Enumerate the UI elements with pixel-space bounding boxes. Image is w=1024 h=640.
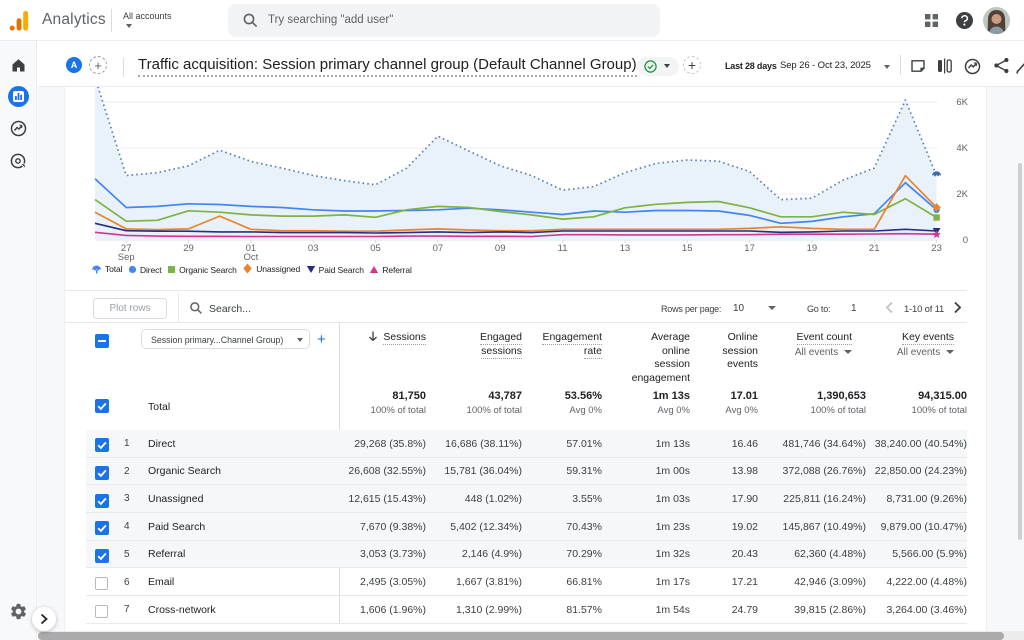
svg-text:07: 07 bbox=[433, 243, 444, 254]
svg-text:03: 03 bbox=[308, 243, 319, 254]
svg-text:6K: 6K bbox=[956, 97, 968, 108]
svg-text:19: 19 bbox=[807, 243, 818, 254]
svg-text:05: 05 bbox=[370, 243, 381, 254]
svg-text:17: 17 bbox=[744, 243, 755, 254]
svg-text:29: 29 bbox=[183, 243, 194, 254]
svg-text:4K: 4K bbox=[956, 143, 968, 154]
svg-text:21: 21 bbox=[869, 243, 880, 254]
svg-text:23: 23 bbox=[931, 243, 942, 254]
svg-text:13: 13 bbox=[620, 243, 631, 254]
svg-text:09: 09 bbox=[495, 243, 506, 254]
svg-text:15: 15 bbox=[682, 243, 693, 254]
svg-text:2K: 2K bbox=[956, 189, 968, 200]
svg-text:0: 0 bbox=[963, 235, 968, 246]
svg-text:11: 11 bbox=[558, 243, 568, 254]
